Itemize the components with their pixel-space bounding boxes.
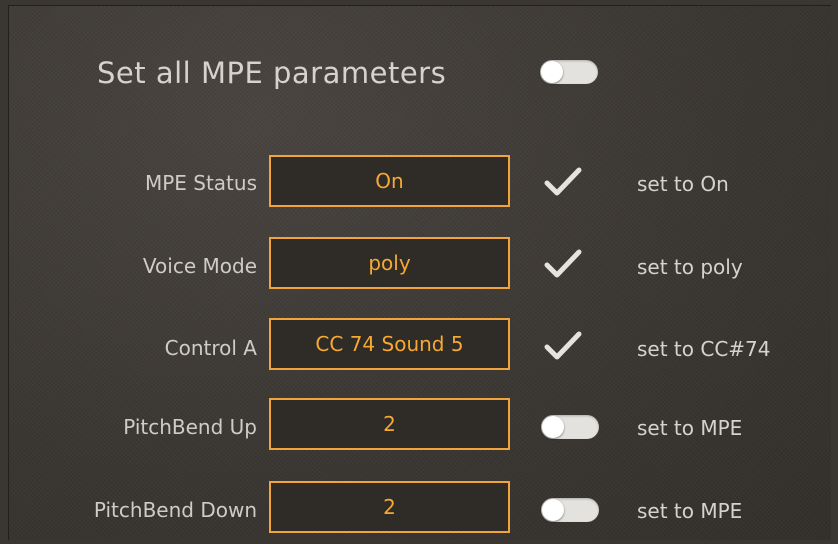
pitchbend-up-field[interactable]: 2 xyxy=(269,398,510,450)
voice-mode-note: set to poly xyxy=(637,255,743,279)
set-all-mpe-toggle[interactable] xyxy=(540,60,598,84)
pitchbend-down-label: PitchBend Down xyxy=(93,498,257,522)
pitchbend-up-note: set to MPE xyxy=(637,416,743,440)
mpe-status-label: MPE Status xyxy=(144,171,257,195)
toggle-knob xyxy=(542,499,564,521)
control-a-note: set to CC#74 xyxy=(637,337,771,361)
pitchbend-up-toggle[interactable] xyxy=(541,415,599,439)
mpe-status-note: set to On xyxy=(637,172,729,196)
voice-mode-checkmark-icon xyxy=(544,249,582,278)
pitchbend-down-note: set to MPE xyxy=(637,499,743,523)
pitchbend-down-field[interactable]: 2 xyxy=(269,481,510,533)
voice-mode-field[interactable]: poly xyxy=(269,237,510,289)
mpe-status-field[interactable]: On xyxy=(269,155,510,207)
toggle-knob xyxy=(542,416,564,438)
pitchbend-down-toggle[interactable] xyxy=(541,498,599,522)
set-all-mpe-title: Set all MPE parameters xyxy=(97,56,447,90)
voice-mode-label: Voice Mode xyxy=(142,254,257,278)
toggle-knob xyxy=(541,61,563,83)
pitchbend-up-label: PitchBend Up xyxy=(123,415,257,439)
control-a-label: Control A xyxy=(164,336,257,360)
control-a-checkmark-icon xyxy=(544,331,582,360)
control-a-field[interactable]: CC 74 Sound 5 xyxy=(269,318,510,370)
mpe-status-checkmark-icon xyxy=(544,167,582,196)
